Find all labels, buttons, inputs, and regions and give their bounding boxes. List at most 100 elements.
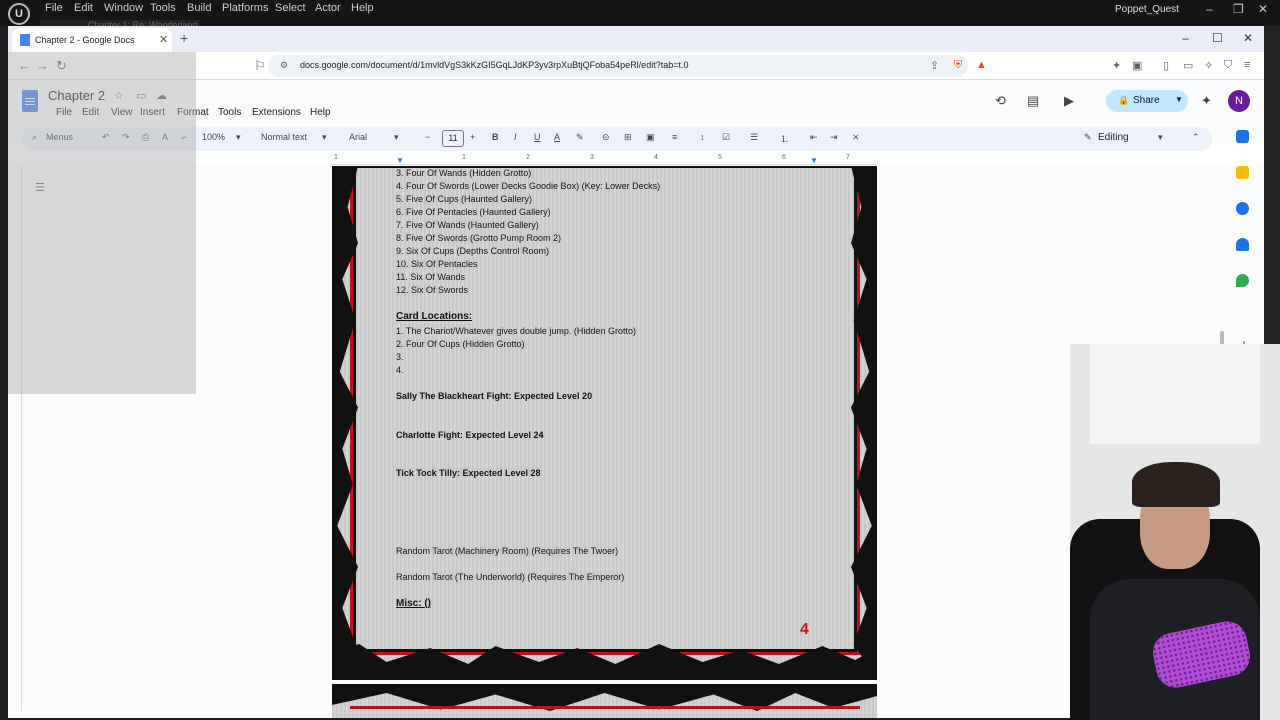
version-history-icon[interactable]: ⟲ [995, 93, 1006, 109]
bullet-list-icon[interactable]: ☰ [750, 132, 758, 143]
ue-menu-tools[interactable]: Tools [150, 2, 176, 14]
avatar[interactable]: N [1228, 90, 1250, 112]
extensions-icon[interactable]: ✦ [1112, 59, 1121, 72]
image-icon[interactable]: ▣ [646, 132, 655, 143]
ruler-tick: 1 [334, 154, 338, 161]
new-tab-icon[interactable]: + [180, 30, 188, 46]
ruler-tick: 7 [846, 154, 850, 161]
wallet-icon[interactable]: ▣ [1132, 59, 1142, 72]
style-select[interactable]: Normal text [261, 132, 307, 142]
decrease-indent-icon[interactable]: ⇤ [810, 132, 818, 143]
chevron-down-icon[interactable]: ▼ [1175, 95, 1183, 104]
browser-menu-icon[interactable]: ≡ [1244, 59, 1250, 71]
share-button[interactable]: 🔒 Share ▼ [1106, 90, 1188, 112]
doc-line: 11. Six Of Wands [396, 272, 466, 282]
sidebar-icon[interactable]: ▯ [1163, 59, 1169, 72]
share-page-icon[interactable]: ⇪ [930, 59, 939, 72]
style-chevron-icon[interactable]: ▾ [322, 132, 327, 143]
ue-menu-window[interactable]: Window [104, 2, 143, 14]
link-icon[interactable]: ⊝ [602, 132, 610, 143]
docs-toolbar: ⌕ Menus ↶ ↷ ⎙ A ⌐ 100% ▾ Normal text ▾ A… [22, 127, 1212, 151]
zoom-select[interactable]: 100% [202, 132, 225, 142]
ue-menu-select[interactable]: Select [275, 2, 306, 14]
left-indent-marker-icon[interactable]: ▼ [396, 156, 404, 165]
ruler-tick: 1 [462, 154, 466, 161]
ue-left-edge [0, 26, 8, 720]
document-page: 3. Four Of Wands (Hidden Grotto) 4. Four… [332, 166, 877, 680]
minimize-icon[interactable]: – [1182, 31, 1189, 45]
font-size-input[interactable]: 11 [442, 130, 464, 147]
page-number: 4 [800, 621, 809, 638]
ue-menu-help[interactable]: Help [351, 2, 374, 14]
ue-menu-edit[interactable]: Edit [74, 2, 93, 14]
mode-chevron-icon[interactable]: ▾ [1158, 132, 1163, 143]
calendar-icon[interactable] [1236, 130, 1249, 143]
comment-icon[interactable]: ⊞ [624, 132, 632, 143]
right-indent-marker-icon[interactable]: ▼ [810, 156, 818, 165]
ue-menu-platforms[interactable]: Platforms [222, 2, 268, 14]
underline-icon[interactable]: U [534, 132, 541, 142]
card-location-line: 4. [396, 365, 404, 375]
bold-icon[interactable]: B [492, 132, 499, 142]
leo-icon[interactable]: ✧ [1204, 59, 1213, 72]
font-chevron-icon[interactable]: ▾ [394, 132, 399, 143]
collapse-icon[interactable]: ⌃ [1192, 132, 1200, 143]
menu-tools[interactable]: Tools [218, 107, 241, 118]
italic-icon[interactable]: I [514, 132, 517, 142]
gemini-icon[interactable]: ✦ [1201, 93, 1212, 109]
align-icon[interactable]: ≡ [672, 132, 677, 142]
fight-line: Tick Tock Tilly: Expected Level 28 [396, 468, 541, 478]
bookmark-icon[interactable]: ⚐ [254, 58, 266, 74]
maps-icon[interactable] [1236, 274, 1249, 287]
menu-help[interactable]: Help [310, 107, 331, 118]
ue-menu-file[interactable]: File [45, 2, 63, 14]
vpn-icon[interactable]: ⛉ [1224, 59, 1232, 72]
zoom-chevron-icon[interactable]: ▾ [236, 132, 241, 143]
editing-mode[interactable]: Editing [1098, 132, 1129, 143]
ue-close-icon[interactable]: ✕ [1258, 2, 1268, 16]
increase-indent-icon[interactable]: ⇥ [830, 132, 838, 143]
meet-icon[interactable]: ▶ [1064, 93, 1074, 109]
doc-line: 4. Four Of Swords (Lower Decks Goodie Bo… [396, 181, 661, 191]
clear-format-icon[interactable]: ⨯ [852, 132, 860, 143]
edit-pencil-icon[interactable]: ✎ [1084, 132, 1092, 143]
text-color-icon[interactable]: A [554, 132, 560, 142]
misc-heading: Misc: () [396, 598, 431, 609]
tab-close-icon[interactable]: ✕ [159, 33, 168, 46]
site-info-icon[interactable]: ⚙ [280, 60, 288, 71]
brave-shield-icon[interactable]: ⛨ [954, 59, 962, 72]
checklist-icon[interactable]: ☑ [722, 132, 730, 143]
ue-menu-build[interactable]: Build [187, 2, 211, 14]
ue-menu-actor[interactable]: Actor [315, 2, 341, 14]
font-select[interactable]: Arial [349, 132, 367, 142]
ruler-tick: 5 [718, 154, 722, 161]
tab-title: Chapter 2 - Google Docs [35, 35, 135, 45]
ue-minimize-icon[interactable]: – [1206, 2, 1213, 16]
tab-chapter-2[interactable]: Chapter 2 - Google Docs ✕ [12, 28, 172, 52]
increase-font-icon[interactable]: + [470, 132, 475, 142]
address-bar: ← → ↻ ⚐ ⚙ docs.google.com/document/d/1mv… [8, 52, 1264, 80]
card-location-line: 1. The Chariot/Whatever gives double jum… [396, 326, 636, 336]
card-location-line: 2. Four Of Cups (Hidden Grotto) [396, 339, 525, 349]
keep-icon[interactable] [1236, 166, 1249, 179]
omnibox[interactable]: ⚙ docs.google.com/document/d/1mvldVgS3kK… [268, 55, 968, 77]
maximize-icon[interactable]: ☐ [1212, 31, 1223, 45]
line-spacing-icon[interactable]: ↕ [700, 132, 705, 142]
rewards-icon[interactable]: ▲ [976, 59, 987, 71]
comments-icon[interactable]: ▤ [1027, 93, 1039, 109]
decrease-font-icon[interactable]: − [425, 132, 430, 142]
contacts-icon[interactable] [1236, 238, 1249, 251]
side-panel-icons [1236, 130, 1260, 360]
menu-extensions[interactable]: Extensions [252, 107, 301, 118]
docs-favicon-icon [20, 34, 30, 46]
highlight-icon[interactable]: ✎ [576, 132, 584, 143]
close-icon[interactable]: ✕ [1243, 31, 1253, 45]
ue-maximize-icon[interactable]: ❐ [1233, 2, 1244, 16]
random-tarot-line: Random Tarot (The Underworld) (Requires … [396, 572, 625, 582]
tasks-icon[interactable] [1236, 202, 1249, 215]
ruler-tick: 6 [782, 154, 786, 161]
tab-search-icon[interactable]: ▭ [1183, 59, 1193, 72]
next-document-page [332, 684, 877, 718]
numbered-list-icon[interactable]: ⒈ [780, 132, 789, 145]
doc-line: 6. Five Of Pentacles (Haunted Gallery) [396, 207, 551, 217]
